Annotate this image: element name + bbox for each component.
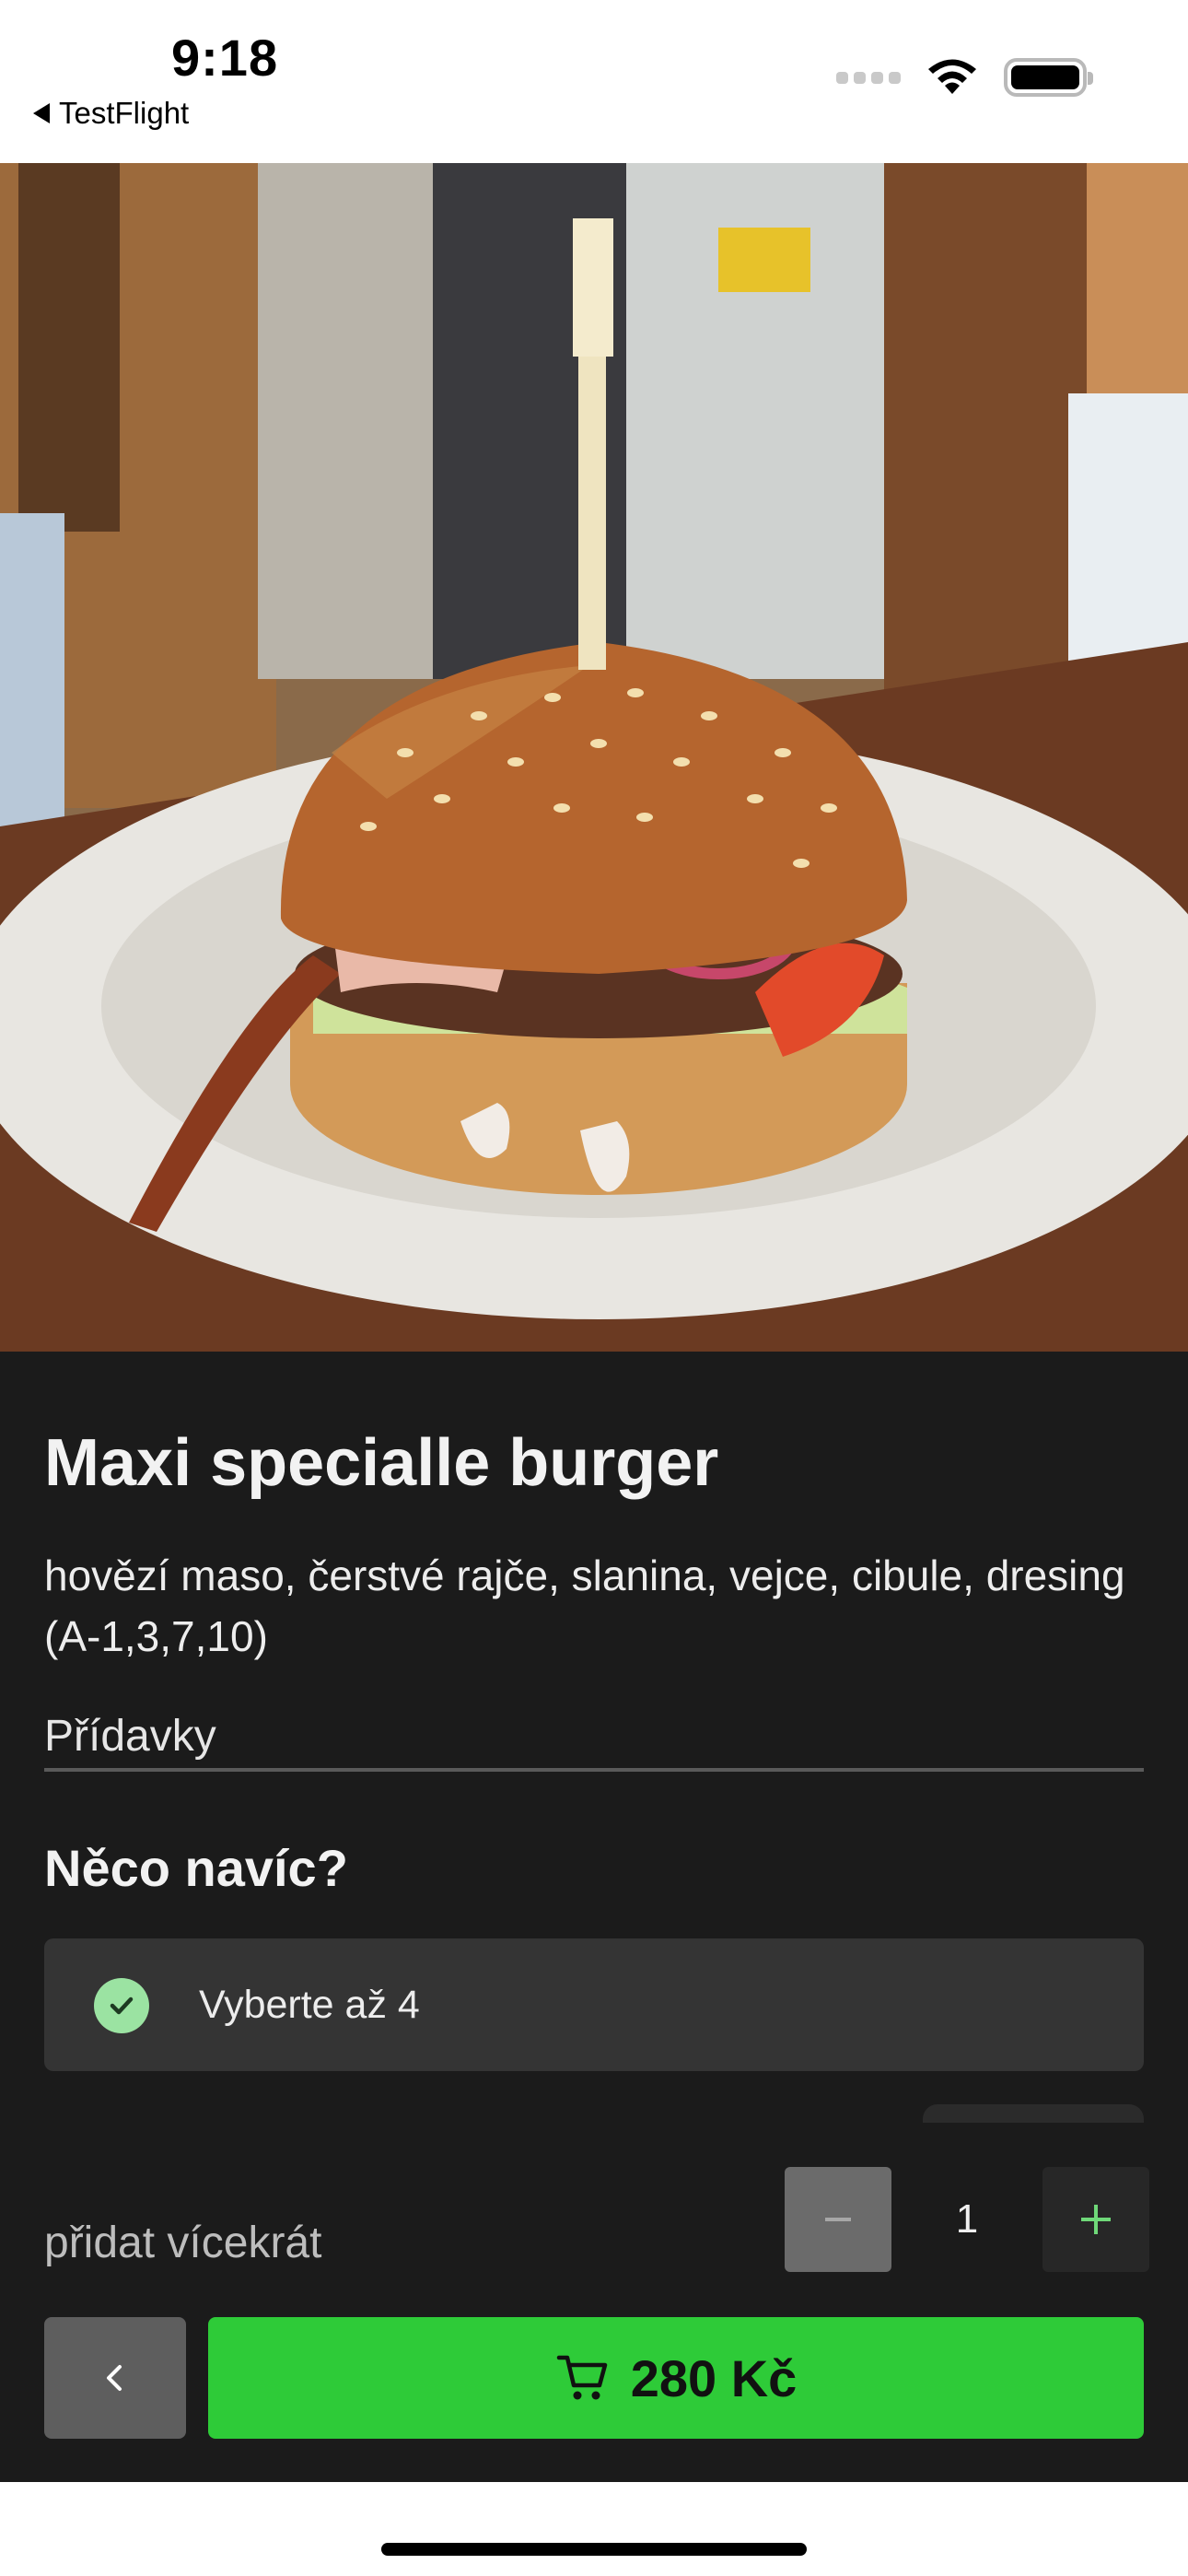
chevron-left-icon [107, 2365, 122, 2391]
product-photo [0, 163, 1188, 1352]
status-bar: 9:18 TestFlight [0, 0, 1188, 163]
back-to-app-link[interactable]: TestFlight [33, 96, 189, 131]
check-icon [94, 1978, 149, 2033]
quantity-label: přidat vícekrát [44, 2219, 322, 2267]
quantity-decrease-button[interactable] [785, 2167, 891, 2272]
product-description: hovězí maso, čerstvé rajče, slanina, vej… [44, 1551, 1125, 1660]
cart-price: 280 Kč [630, 2348, 798, 2407]
product-detail-panel: Maxi specialle burger hovězí maso, čerst… [0, 1352, 1188, 2482]
add-to-cart-button[interactable]: 280 Kč [208, 2317, 1144, 2439]
plus-icon [1081, 2205, 1111, 2234]
back-app-label: TestFlight [59, 96, 190, 130]
burger-illustration [0, 163, 1188, 1352]
home-indicator-area [0, 2482, 1188, 2576]
back-triangle-icon [33, 103, 50, 123]
extras-choice-option[interactable]: Vyberte až 4 [44, 1938, 1144, 2071]
home-indicator[interactable] [381, 2543, 807, 2556]
status-icons [836, 57, 1093, 98]
status-time: 9:18 [171, 29, 279, 87]
battery-icon [1004, 58, 1093, 97]
addons-tab-label[interactable]: Přídavky [44, 1711, 216, 1762]
wifi-icon [928, 59, 976, 94]
quantity-increase-button[interactable] [1042, 2167, 1149, 2272]
extras-section-title: Něco navíc? [44, 1839, 348, 1897]
quantity-value: 1 [955, 2196, 979, 2242]
signal-icon [836, 71, 901, 84]
next-option-peek [923, 2104, 1144, 2123]
addons-tab-underline [44, 1768, 1144, 1772]
extras-choice-label: Vyberte až 4 [199, 1983, 420, 2027]
back-button[interactable] [44, 2317, 186, 2439]
product-title: Maxi specialle burger [44, 1426, 719, 1500]
minus-icon [825, 2218, 851, 2221]
cart-icon [556, 2355, 607, 2400]
